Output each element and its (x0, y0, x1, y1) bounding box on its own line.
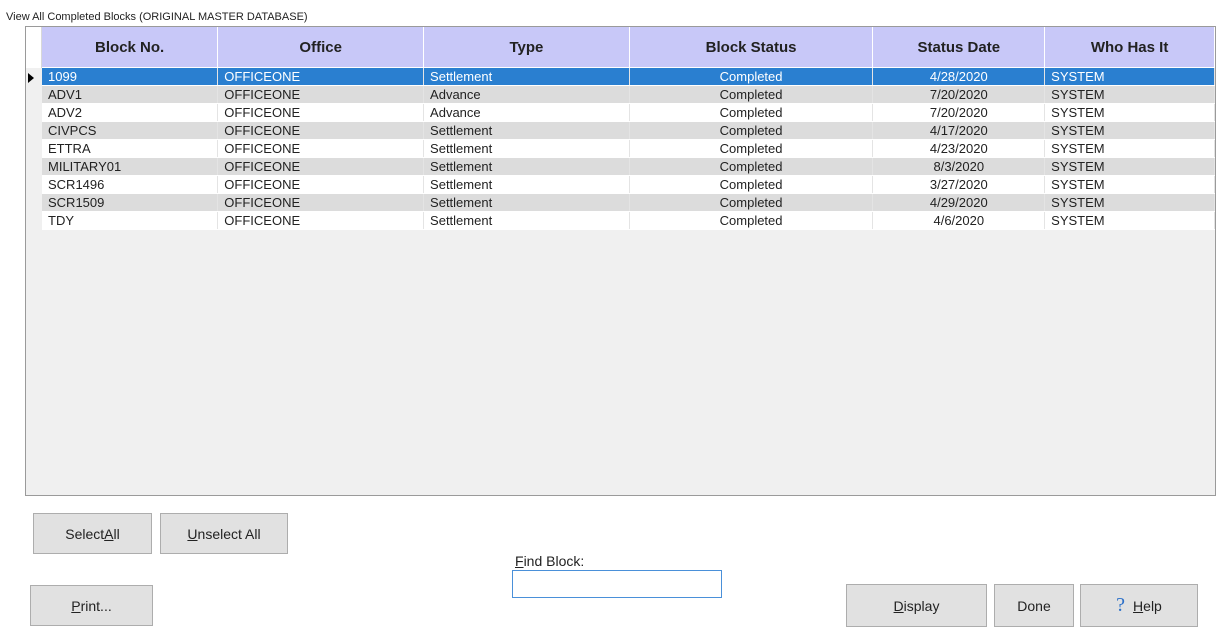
table-row[interactable]: MILITARY01 OFFICEONE Settlement Completed 8/… (42, 157, 1215, 176)
display-label-post: isplay (903, 597, 940, 614)
cell-block-no: TDY (42, 211, 219, 230)
unselect-all-button[interactable]: Unselect All (160, 513, 288, 554)
cell-block-no: SCR1496 (42, 175, 219, 194)
cell-type: Settlement (423, 67, 630, 86)
display-label-accel: D (893, 597, 904, 614)
cell-status-date: 3/27/2020 (872, 175, 1046, 194)
column-header-status-date[interactable]: Status Date (872, 27, 1046, 68)
cell-who-has-it: SYSTEM (1044, 103, 1215, 122)
table-row[interactable]: ADV2 OFFICEONE Advance Completed 7/20/2020 SY… (42, 103, 1215, 122)
table-header-row: Block No. Office Type Block Status Statu… (42, 27, 1215, 68)
help-label-accel: H (1133, 597, 1144, 614)
find-block-input[interactable] (512, 570, 722, 598)
done-label: Done (1017, 597, 1051, 614)
cell-status-date: 4/29/2020 (872, 193, 1046, 212)
find-block-label: Find Block: (515, 553, 584, 569)
cell-block-status: Completed (629, 157, 874, 176)
cell-block-status: Completed (629, 103, 874, 122)
done-button[interactable]: Done (994, 584, 1074, 627)
select-all-label-accel: A (104, 525, 114, 542)
cell-who-has-it: SYSTEM (1044, 85, 1215, 104)
unselect-all-label-post: nselect All (197, 525, 261, 542)
cell-block-status: Completed (629, 175, 874, 194)
cell-type: Advance (423, 85, 630, 104)
cell-office: OFFICEONE (217, 211, 425, 230)
cell-who-has-it: SYSTEM (1044, 139, 1215, 158)
cell-status-date: 4/6/2020 (872, 211, 1046, 230)
cell-office: OFFICEONE (217, 85, 425, 104)
cell-status-date: 7/20/2020 (872, 85, 1046, 104)
table-row[interactable]: SCR1509 OFFICEONE Settlement Completed 4/29/… (42, 193, 1215, 212)
table-row[interactable]: CIVPCS OFFICEONE Settlement Completed 4/17/2… (42, 121, 1215, 140)
column-header-who-has-it[interactable]: Who Has It (1044, 27, 1215, 68)
cell-type: Advance (423, 103, 630, 122)
help-question-icon: ? (1116, 594, 1126, 616)
cell-who-has-it: SYSTEM (1044, 193, 1215, 212)
print-label-post: rint... (80, 597, 112, 614)
cell-status-date: 4/23/2020 (872, 139, 1046, 158)
find-block-label-accel: F (515, 553, 524, 569)
cell-office: OFFICEONE (217, 103, 425, 122)
cell-status-date: 7/20/2020 (872, 103, 1046, 122)
cell-status-date: 8/3/2020 (872, 157, 1046, 176)
cell-type: Settlement (423, 193, 630, 212)
find-block-label-rest: ind Block: (523, 553, 585, 569)
window-title: View All Completed Blocks (ORIGINAL MAST… (6, 11, 308, 23)
print-label-accel: P (71, 597, 81, 614)
grid-corner-cell (26, 27, 42, 68)
column-header-block-status[interactable]: Block Status (629, 27, 874, 68)
cell-office: OFFICEONE (217, 157, 425, 176)
column-header-office[interactable]: Office (217, 27, 425, 68)
table-row[interactable]: ETTRA OFFICEONE Settlement Completed 4/23/20… (42, 139, 1215, 158)
cell-block-no: 1099 (42, 67, 219, 86)
cell-office: OFFICEONE (217, 121, 425, 140)
cell-type: Settlement (423, 121, 630, 140)
cell-type: Settlement (423, 175, 630, 194)
cell-office: OFFICEONE (217, 139, 425, 158)
column-header-type[interactable]: Type (423, 27, 630, 68)
cell-block-no: ADV1 (42, 85, 219, 104)
table-row[interactable]: ADV1 OFFICEONE Advance Completed 7/20/2020 SY… (42, 85, 1215, 104)
cell-block-no: ADV2 (42, 103, 219, 122)
blocks-table: Block No. Office Type Block Status Statu… (42, 27, 1215, 230)
cell-who-has-it: SYSTEM (1044, 67, 1215, 86)
cell-status-date: 4/28/2020 (872, 67, 1046, 86)
cell-status-date: 4/17/2020 (872, 121, 1046, 140)
select-all-label-pre: Select (65, 525, 105, 542)
cell-type: Settlement (423, 139, 630, 158)
help-button[interactable]: ? Help (1080, 584, 1198, 627)
cell-office: OFFICEONE (217, 67, 425, 86)
cell-block-no: SCR1509 (42, 193, 219, 212)
cell-block-status: Completed (629, 193, 874, 212)
cell-block-status: Completed (629, 121, 874, 140)
cell-office: OFFICEONE (217, 175, 425, 194)
cell-office: OFFICEONE (217, 193, 425, 212)
current-row-indicator-icon (28, 73, 34, 83)
table-row[interactable]: 1099 OFFICEONE Settlement Completed 4/28/202… (42, 67, 1215, 86)
display-button[interactable]: Display (846, 584, 987, 627)
cell-block-status: Completed (629, 211, 874, 230)
cell-block-no: MILITARY01 (42, 157, 219, 176)
cell-block-no: CIVPCS (42, 121, 219, 140)
table-row[interactable]: SCR1496 OFFICEONE Settlement Completed 3/27/… (42, 175, 1215, 194)
cell-who-has-it: SYSTEM (1044, 211, 1215, 230)
select-all-button[interactable]: Select All (33, 513, 152, 554)
cell-type: Settlement (423, 157, 630, 176)
table-row[interactable]: TDY OFFICEONE Settlement Completed 4/6/2020 S… (42, 211, 1215, 230)
completed-blocks-grid[interactable]: Block No. Office Type Block Status Statu… (25, 26, 1216, 496)
cell-block-no: ETTRA (42, 139, 219, 158)
cell-type: Settlement (423, 211, 630, 230)
cell-block-status: Completed (629, 67, 874, 86)
cell-who-has-it: SYSTEM (1044, 121, 1215, 140)
print-button[interactable]: Print... (30, 585, 153, 626)
unselect-all-label-accel: U (187, 525, 198, 542)
select-all-label-post: ll (113, 525, 120, 542)
cell-block-status: Completed (629, 139, 874, 158)
help-label-post: elp (1143, 597, 1162, 614)
cell-who-has-it: SYSTEM (1044, 175, 1215, 194)
cell-block-status: Completed (629, 85, 874, 104)
column-header-block-no[interactable]: Block No. (42, 27, 219, 68)
cell-who-has-it: SYSTEM (1044, 157, 1215, 176)
